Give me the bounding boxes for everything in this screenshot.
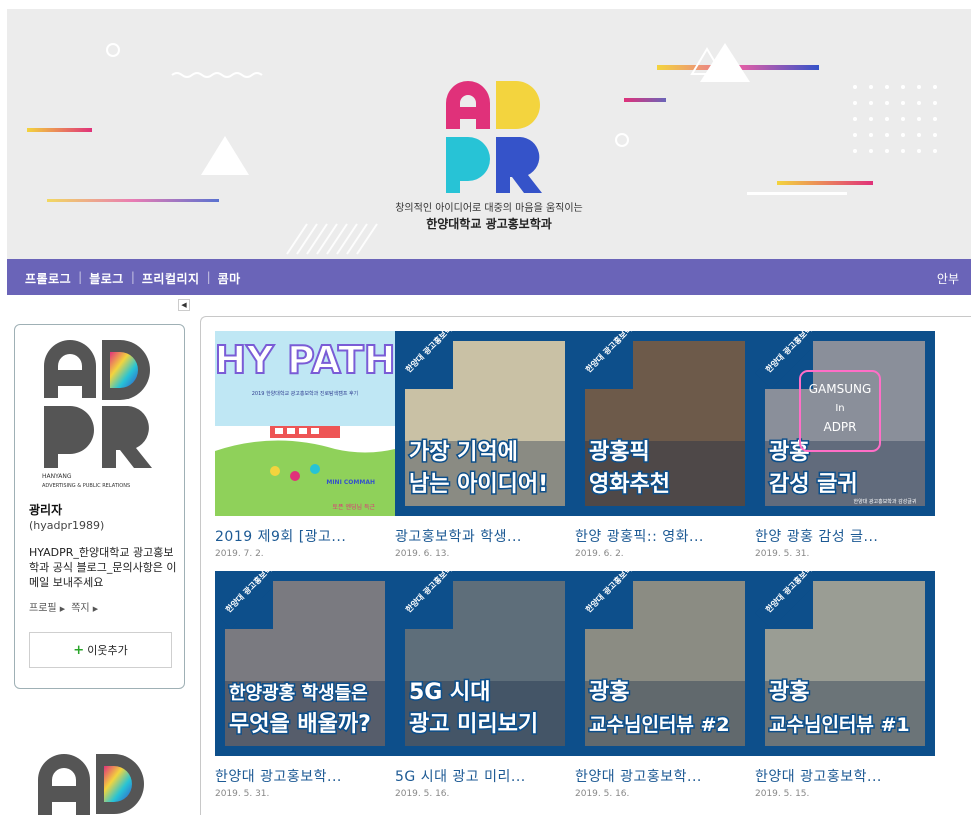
thumb-text: GAMSUNG <box>809 382 872 396</box>
post-date: 2019. 5. 16. <box>575 789 630 799</box>
menu-separator: | <box>130 270 135 284</box>
post-title[interactable]: 한양 광홍픽:: 영화... <box>575 526 755 546</box>
menu-item-comma[interactable]: 콤마 <box>218 270 241 287</box>
caret-right-icon: ▶ <box>92 605 99 613</box>
menu-separator: | <box>78 270 83 284</box>
profile-logo: HANYANG ADVERTISING & PUBLIC RELATIONS <box>42 340 152 489</box>
profile-link[interactable]: 프로필 ▶ <box>29 599 65 614</box>
menu-item-blog[interactable]: 블로그 <box>89 270 124 287</box>
sidebar-collapse-button[interactable]: ◀ <box>178 299 190 311</box>
thumb-text: 한양광홍 학생들은 <box>229 682 368 704</box>
thumb-text: 교수님인터뷰 #2 <box>589 714 730 736</box>
post-title[interactable]: 5G 시대 광고 미리... <box>395 766 575 786</box>
menu-item-guestbook[interactable]: 안부 <box>937 270 959 287</box>
post-thumbnail[interactable]: 한양대 광고홍보학과 한양광홍 학생들은 무엇을 배울까? <box>215 571 395 756</box>
menu-list: 프롤로그 | 블로그 | 프리컬리지 | 콤마 <box>25 270 241 287</box>
menu-item-prologue[interactable]: 프롤로그 <box>25 270 71 287</box>
adpr-logo <box>446 81 542 193</box>
post-date: 2019. 5. 31. <box>755 549 810 559</box>
thumb-text: 광홍픽 <box>589 440 650 465</box>
thumb-text: 한양대 광고홍보학과 감성글귀 <box>854 498 917 505</box>
post-title[interactable]: 한양 광홍 감성 글... <box>755 526 935 546</box>
message-link[interactable]: 쪽지 ▶ <box>71 599 98 614</box>
post-title[interactable]: 광고홍보학과 학생... <box>395 526 575 546</box>
thumb-text: In <box>835 403 844 414</box>
caret-right-icon: ▶ <box>59 605 66 613</box>
profile-links: 프로필 ▶ 쪽지 ▶ <box>29 599 98 614</box>
post-thumbnail[interactable]: 한양대 광고홍보학과 5G 시대 광고 미리보기 <box>395 571 575 756</box>
post-date: 2019. 5. 16. <box>395 789 450 799</box>
post-thumbnail[interactable]: 한양대 광고홍보학과 광홍 교수님인터뷰 #2 <box>575 571 755 756</box>
thumb-text: 광홍 <box>589 680 629 705</box>
thumb-text: 5G 시대 <box>409 680 491 705</box>
blog-menu-bar: 프롤로그 | 블로그 | 프리컬리지 | 콤마 안부 <box>7 259 971 295</box>
add-neighbor-button[interactable]: + 이웃추가 <box>29 632 172 668</box>
post-thumbnail[interactable]: 한양대 광고홍보학과 광홍 감성 글귀 GAMSUNG In ADPR 한양대 광고홍보학과… <box>755 331 935 516</box>
profile-description: HYADPR_한양대학교 광고홍보학과 공식 블로그_문의사항은 이메일 보내주… <box>29 546 177 589</box>
thumb-text: 남는 아이디어! <box>409 472 548 497</box>
banner-department: 한양대학교 광고홍보학과 <box>426 217 552 231</box>
post-date: 2019. 6. 13. <box>395 549 450 559</box>
post-card: 한양대 광고홍보학과 광홍 교수님인터뷰 #2 한양대 광고홍보학... 2019. 5… <box>575 571 755 799</box>
post-card: 한양대 광고홍보학과 가장 기억에 남는 아이디어! 광고홍보학과 학생... 2019… <box>395 331 575 559</box>
thumb-text: 광고 미리보기 <box>409 712 538 737</box>
post-title[interactable]: 2019 제9회 [광고... <box>215 526 395 546</box>
banner-tagline: 창의적인 아이디어로 대중의 마음을 움직이는 <box>395 203 583 214</box>
post-thumbnail[interactable]: 한양대 광고홍보학과 광홍 교수님인터뷰 #1 <box>755 571 935 756</box>
thumb-text: 2019 한양대학교 광고홍보학과 진로탐색캠프 후기 <box>252 390 358 397</box>
post-thumbnail[interactable]: 한양대 광고홍보학과 광홍픽 영화추천 <box>575 331 755 516</box>
post-card: 한양대 광고홍보학과 광홍픽 영화추천 한양 광홍픽:: 영화... 2019. 6. … <box>575 331 755 559</box>
menu-separator: | <box>206 270 211 284</box>
thumb-text: 교수님인터뷰 #1 <box>769 714 910 736</box>
post-date: 2019. 6. 2. <box>575 549 624 559</box>
thumb-text: 광홍 <box>769 440 809 465</box>
post-card: 한양대 광고홍보학과 광홍 교수님인터뷰 #1 한양대 광고홍보학... 2019. 5… <box>755 571 935 799</box>
thumb-text: 영화추천 <box>589 472 670 497</box>
post-date: 2019. 5. 31. <box>215 789 270 799</box>
thumb-text: 토픈 엔딩님 득근 <box>333 503 376 511</box>
profile-blog-id: (hyadpr1989) <box>29 519 105 532</box>
post-date: 2019. 5. 15. <box>755 789 810 799</box>
add-neighbor-label: 이웃추가 <box>87 644 128 657</box>
blog-banner: 창의적인 아이디어로 대중의 마음을 움직이는 한양대학교 광고홍보학과 <box>7 9 971 259</box>
sidebar-logo-widget <box>38 754 144 815</box>
profile-logo-hanyang: HANYANG <box>42 473 72 480</box>
thumb-text: 무엇을 배울까? <box>229 712 371 737</box>
profile-nickname: 광리자 <box>29 503 63 517</box>
thumb-text: MINI COMMAH <box>326 479 375 486</box>
menu-item-precollege[interactable]: 프리컬리지 <box>142 270 200 287</box>
thumb-text: 광홍 <box>769 680 809 705</box>
post-card: 한양대 광고홍보학과 광홍 감성 글귀 GAMSUNG In ADPR 한양대 광고홍보학과… <box>755 331 935 559</box>
post-thumbnail[interactable]: 한양대 광고홍보학과 가장 기억에 남는 아이디어! <box>395 331 575 516</box>
thumb-text: HY PATH <box>215 338 395 382</box>
plus-icon: + <box>73 642 85 658</box>
post-card: HY PATH 2019 한양대학교 광고홍보학과 진로탐색캠프 후기 MINI… <box>215 331 395 559</box>
post-card: 한양대 광고홍보학과 한양광홍 학생들은 무엇을 배울까? 한양대 광고홍보학... 2… <box>215 571 395 799</box>
profile-logo-subtitle: ADVERTISING & PUBLIC RELATIONS <box>42 483 130 489</box>
thumb-text: 가장 기억에 <box>409 440 518 465</box>
post-date: 2019. 7. 2. <box>215 549 264 559</box>
profile-widget: HANYANG ADVERTISING & PUBLIC RELATIONS 광… <box>14 324 185 689</box>
post-title[interactable]: 한양대 광고홍보학... <box>215 766 395 786</box>
thumb-text: 감성 글귀 <box>769 472 858 497</box>
post-title[interactable]: 한양대 광고홍보학... <box>575 766 755 786</box>
post-thumbnail[interactable]: HY PATH 2019 한양대학교 광고홍보학과 진로탐색캠프 후기 MINI… <box>215 331 395 516</box>
post-title[interactable]: 한양대 광고홍보학... <box>755 766 935 786</box>
post-card: 한양대 광고홍보학과 5G 시대 광고 미리보기 5G 시대 광고 미리... 2019… <box>395 571 575 799</box>
thumb-text: ADPR <box>823 420 856 434</box>
